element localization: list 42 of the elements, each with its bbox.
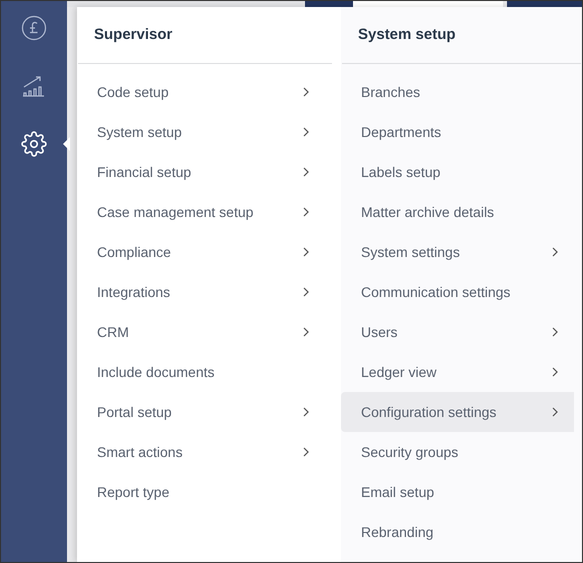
menu-item[interactable]: Rebranding (341, 512, 574, 552)
menu-item[interactable]: System setup (77, 112, 325, 152)
pointer-notch (63, 137, 70, 151)
menu-item[interactable]: Report type (77, 472, 325, 512)
chevron-right-icon (552, 407, 558, 417)
chevron-right-icon (303, 87, 309, 97)
menu-item[interactable]: Users (341, 312, 574, 352)
menu-item[interactable]: Configuration settings (341, 392, 574, 432)
chevron-right-icon (552, 247, 558, 257)
menu-item[interactable]: CRM (77, 312, 325, 352)
chevron-right-icon (303, 327, 309, 337)
menu-item[interactable]: Smart actions (77, 432, 325, 472)
menu-item[interactable]: Branches (341, 72, 574, 112)
settings-icon (21, 131, 47, 157)
bar-chart-icon (22, 74, 46, 98)
chevron-right-icon (303, 167, 309, 177)
chevron-right-icon (303, 287, 309, 297)
menu-item[interactable]: Case management setup (77, 192, 325, 232)
menu-item[interactable]: Email setup (341, 472, 574, 512)
chevron-right-icon (303, 447, 309, 457)
menu-item[interactable]: Financial setup (77, 152, 325, 192)
menu-item[interactable]: Departments (341, 112, 574, 152)
menu-item[interactable]: Compliance (77, 232, 325, 272)
menu-item[interactable]: Ledger view (341, 352, 574, 392)
menu-heading: System setup (358, 24, 456, 45)
chevron-right-icon (303, 247, 309, 257)
chevron-right-icon (552, 367, 558, 377)
menu-item[interactable]: Matter archive details (341, 192, 574, 232)
chevron-right-icon (303, 207, 309, 217)
menu-item[interactable]: System settings (341, 232, 574, 272)
chevron-right-icon (303, 127, 309, 137)
menu-item[interactable]: Security groups (341, 432, 574, 472)
menu-item[interactable]: Portal setup (77, 392, 325, 432)
menu-heading: Supervisor (94, 24, 172, 45)
menu-item[interactable]: Communication settings (341, 272, 574, 312)
chevron-right-icon (552, 327, 558, 337)
chevron-right-icon (303, 407, 309, 417)
menu-item[interactable]: Code setup (77, 72, 325, 112)
pound-icon (21, 15, 47, 41)
menu-item[interactable]: Integrations (77, 272, 325, 312)
menu-item[interactable]: Labels setup (341, 152, 574, 192)
menu-item[interactable]: Include documents (77, 352, 325, 392)
